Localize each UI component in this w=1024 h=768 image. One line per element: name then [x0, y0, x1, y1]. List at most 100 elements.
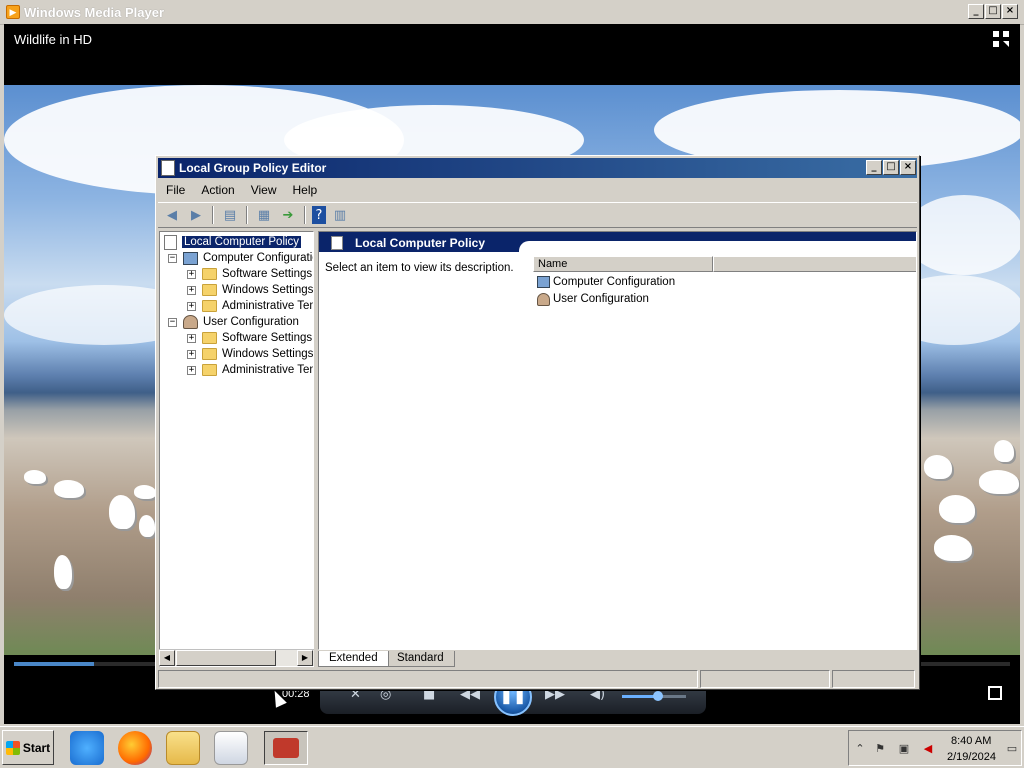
tree-label: User Configuration — [203, 316, 299, 328]
internet-explorer-icon[interactable] — [70, 731, 104, 765]
toolbar-separator — [212, 206, 214, 224]
scroll-left-icon[interactable]: ◀ — [159, 650, 175, 666]
details-pane: Local Computer Policy Select an item to … — [318, 231, 917, 650]
export-list-icon[interactable]: ➔ — [278, 206, 298, 224]
tree-item-local-computer-policy[interactable]: Local Computer Policy — [164, 234, 302, 250]
wmp-titlebar[interactable]: ▶ Windows Media Player _ □ × — [0, 0, 1024, 25]
status-cell — [158, 670, 698, 688]
toolbar-separator — [246, 206, 248, 224]
expand-icon[interactable]: + — [187, 333, 196, 343]
network-icon[interactable]: ▣ — [897, 742, 911, 756]
tree-label: Administrative Tem — [222, 300, 314, 312]
clock-date[interactable]: 2/19/2024 — [947, 751, 996, 763]
scroll-thumb[interactable] — [176, 650, 276, 666]
taskbar: Start ⌃ ⚑ ▣ ◀ 8:40 AM 2/19/2024 ▭ — [0, 726, 1024, 768]
list-item-user-configuration[interactable]: User Configuration — [537, 291, 649, 307]
scroll-right-icon[interactable]: ▶ — [297, 650, 313, 666]
maximize-button[interactable]: □ — [985, 4, 1001, 19]
menu-file[interactable]: File — [158, 180, 193, 200]
user-icon — [537, 292, 550, 306]
expand-icon[interactable]: + — [187, 269, 196, 279]
tree-label: Software Settings — [222, 268, 313, 280]
tree-item-windows-settings[interactable]: + Windows Settings — [187, 282, 313, 298]
menu-view[interactable]: View — [243, 180, 285, 200]
list-item-computer-configuration[interactable]: Computer Configuration — [537, 274, 675, 290]
collapse-icon[interactable]: − — [168, 317, 177, 327]
policy-icon — [331, 236, 343, 250]
details-header: Local Computer Policy — [319, 232, 916, 253]
expand-icon[interactable]: + — [187, 349, 196, 359]
tree-item-software-settings[interactable]: + Software Settings — [187, 266, 312, 282]
seek-bar-fill — [14, 662, 94, 666]
properties-icon[interactable]: ▦ — [254, 206, 274, 224]
gpedit-titlebar[interactable]: Local Group Policy Editor _ □ × — [158, 158, 917, 178]
video-title: Wildlife in HD — [14, 32, 93, 47]
tab-standard[interactable]: Standard — [386, 651, 455, 667]
file-explorer-icon[interactable] — [166, 731, 200, 765]
back-arrow-icon[interactable]: ◀ — [162, 206, 182, 224]
minimize-button[interactable]: _ — [968, 4, 984, 19]
expand-icon[interactable]: + — [187, 285, 196, 295]
list-item-label: Computer Configuration — [553, 276, 676, 288]
gpedit-close-button[interactable]: × — [900, 160, 916, 175]
column-name[interactable]: Name — [533, 256, 713, 272]
details-title: Local Computer Policy — [355, 236, 486, 250]
volume-slider[interactable] — [622, 691, 686, 701]
extended-view-icon[interactable]: ▥ — [330, 206, 350, 224]
tree-item-user-administrative-templates[interactable]: + Administrative Tem — [187, 362, 313, 378]
expand-icon[interactable]: + — [187, 301, 196, 311]
volume-knob[interactable] — [653, 691, 663, 701]
tree-item-user-software-settings[interactable]: + Software Settings — [187, 330, 312, 346]
forward-arrow-icon[interactable]: ▶ — [186, 206, 206, 224]
action-center-flag-icon[interactable]: ⚑ — [873, 742, 887, 756]
firefox-icon[interactable] — [118, 731, 152, 765]
list-item-label: User Configuration — [553, 293, 649, 305]
folder-icon — [202, 268, 217, 280]
column-blank[interactable] — [713, 256, 916, 272]
toolbox-icon[interactable] — [264, 731, 308, 765]
policy-icon — [164, 234, 177, 250]
show-hidden-icons-icon[interactable]: ⌃ — [853, 742, 867, 756]
tree-item-administrative-templates[interactable]: + Administrative Tem — [187, 298, 314, 314]
folder-icon — [202, 348, 217, 360]
tree-label: Local Computer Policy — [182, 236, 302, 248]
expand-icon[interactable]: + — [187, 365, 196, 375]
tab-extended[interactable]: Extended — [318, 651, 389, 667]
menu-help[interactable]: Help — [285, 180, 326, 200]
list-header: Name — [533, 256, 916, 272]
tree-item-user-configuration[interactable]: − User Configuration — [168, 314, 299, 330]
windows-logo-icon — [5, 740, 20, 755]
volume-muted-icon[interactable]: ◀ — [921, 742, 935, 756]
wmp-title: Windows Media Player — [24, 5, 165, 20]
status-cell — [700, 670, 830, 688]
header-curve — [519, 241, 916, 253]
close-button[interactable]: × — [1002, 4, 1018, 19]
computer-icon — [183, 251, 198, 265]
clock-time[interactable]: 8:40 AM — [951, 735, 991, 747]
gpedit-title: Local Group Policy Editor — [179, 161, 327, 175]
tree-item-computer-configuration[interactable]: − Computer Configuratio — [168, 250, 313, 266]
switch-to-library-icon[interactable] — [992, 30, 1010, 48]
help-icon[interactable]: ? — [312, 206, 326, 224]
media-player-icon[interactable] — [214, 731, 248, 765]
tree-item-user-windows-settings[interactable]: + Windows Settings — [187, 346, 313, 362]
start-label: Start — [22, 740, 51, 755]
toolbar: ◀ ▶ ▤ ▦ ➔ ? ▥ — [158, 202, 917, 228]
menu-action[interactable]: Action — [193, 180, 242, 200]
folder-icon — [202, 332, 217, 344]
gpedit-maximize-button[interactable]: □ — [883, 160, 899, 175]
show-desktop-icon[interactable]: ▭ — [1005, 742, 1019, 756]
fullscreen-icon[interactable] — [988, 686, 1002, 700]
collapse-icon[interactable]: − — [168, 253, 177, 263]
show-hide-tree-icon[interactable]: ▤ — [220, 206, 240, 224]
description-text: Select an item to view its description. — [325, 262, 514, 274]
start-button[interactable]: Start — [2, 730, 54, 765]
gpedit-minimize-button[interactable]: _ — [866, 160, 882, 175]
status-cell — [832, 670, 915, 688]
tree-horizontal-scrollbar[interactable]: ◀ ▶ — [159, 649, 314, 666]
tree-label: Windows Settings — [222, 284, 314, 296]
toolbar-separator — [304, 206, 306, 224]
computer-icon — [537, 276, 550, 288]
folder-icon — [202, 364, 217, 376]
tree-pane: Local Computer Policy − Computer Configu… — [159, 231, 314, 667]
